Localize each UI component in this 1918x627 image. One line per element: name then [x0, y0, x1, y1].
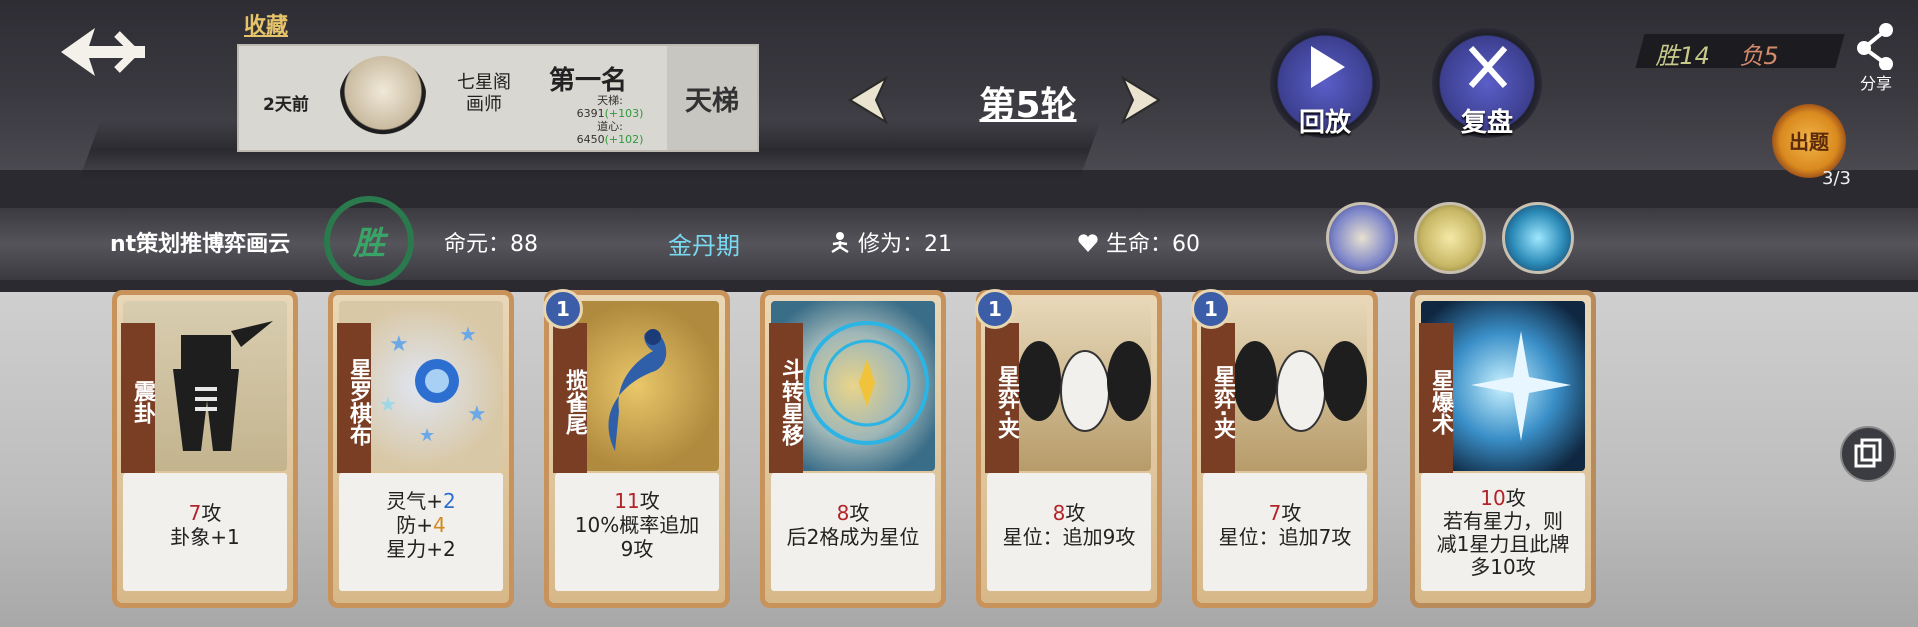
puzzle-button[interactable]: 出题	[1772, 104, 1846, 178]
hp-stat: 生命：60	[1076, 226, 1200, 258]
back-arrow-icon	[61, 28, 145, 76]
fate-symbol-icon[interactable]	[1414, 202, 1486, 274]
mode-label: 天梯	[667, 46, 757, 150]
favorite-button[interactable]: 收藏	[244, 8, 288, 40]
card-description: 灵气+2 防+4 星力+2	[339, 473, 503, 591]
card-name: 揽雀尾	[553, 323, 587, 473]
realm-stat: 金丹期	[668, 232, 740, 260]
card-description: 10攻 若有星力，则 减1星力且此牌 多10攻	[1421, 473, 1585, 591]
next-round-button[interactable]	[1117, 74, 1167, 126]
card-3[interactable]: 揽雀尾 1 11攻 10%概率追加 9攻	[543, 289, 730, 608]
svg-text:★: ★	[419, 425, 435, 446]
copy-button[interactable]	[1840, 426, 1896, 482]
chevron-right-icon	[1120, 75, 1161, 125]
review-button[interactable]: 复盘	[1432, 28, 1542, 138]
heart-icon	[1078, 234, 1098, 252]
lantern-icon: 出题	[1789, 130, 1829, 154]
svg-text:★: ★	[389, 332, 409, 357]
card-name: 星爆术	[1419, 323, 1453, 473]
card-description: 7攻 星位：追加7攻	[1203, 473, 1367, 591]
card-6[interactable]: 星弈·夹 1 7攻 星位：追加7攻	[1191, 289, 1378, 608]
card-7[interactable]: 星爆术 10攻 若有星力，则 减1星力且此牌 多10攻	[1410, 290, 1596, 608]
card-description: 8攻 星位：追加9攻	[987, 473, 1151, 591]
back-button[interactable]	[55, 22, 150, 82]
battle-record-card: 2天前 七星阁 画师 第一名 天梯: 6391(+103) 道心: 6450(+…	[237, 44, 759, 152]
card-name: 星弈·夹	[985, 323, 1019, 473]
svg-text:★: ★	[467, 402, 487, 427]
copy-icon	[1854, 438, 1882, 468]
rating-stats: 天梯: 6391(+103) 道心: 6450(+102)	[576, 94, 644, 146]
life-stat: 命元：88	[444, 232, 539, 257]
card-cost: 1	[543, 289, 583, 329]
card-2[interactable]: ★ ★ ★ ★ ★ 星罗棋布 灵气+2 防+4 星力+2	[328, 290, 514, 608]
svg-text:★: ★	[459, 322, 477, 346]
play-icon	[1311, 46, 1345, 88]
share-icon	[1857, 23, 1893, 71]
share-button[interactable]: 分享	[1846, 22, 1906, 93]
card-1[interactable]: 震卦 7攻 卦象+1	[112, 290, 298, 608]
placement: 第一名	[549, 66, 628, 96]
card-description: 8攻 后2格成为星位	[771, 473, 935, 591]
card-4[interactable]: 斗转星移 8攻 后2格成为星位	[760, 290, 946, 608]
replay-button[interactable]: 回放	[1270, 28, 1380, 138]
card-name: 星罗棋布	[337, 323, 371, 473]
round-label: 第5轮	[979, 85, 1077, 126]
card-cost: 1	[1191, 289, 1231, 329]
chevron-left-icon	[848, 75, 889, 125]
opponent-avatar	[339, 56, 427, 144]
puzzle-count: 3/3	[1822, 168, 1851, 189]
cultivation-stat: 修为：21	[828, 226, 952, 258]
win-seal: 胜	[324, 196, 414, 286]
card-description: 7攻 卦象+1	[123, 473, 287, 591]
rank-title: 七星阁 画师	[457, 72, 511, 115]
win-loss-record: 胜14 负5	[1635, 34, 1845, 70]
card-name: 斗转星移	[769, 323, 803, 473]
player-name: nt策划推博弈画云	[110, 232, 291, 257]
meditation-icon	[831, 232, 849, 254]
card-cost: 1	[975, 289, 1015, 329]
card-5[interactable]: 星弈·夹 1 8攻 星位：追加9攻	[975, 289, 1162, 608]
prev-round-button[interactable]	[842, 74, 892, 126]
talent-symbol-icon[interactable]	[1502, 202, 1574, 274]
record-time: 2天前	[263, 95, 309, 115]
svg-text:★: ★	[379, 392, 397, 416]
character-portrait-icon[interactable]	[1326, 202, 1398, 274]
card-name: 震卦	[121, 323, 155, 473]
card-description: 11攻 10%概率追加 9攻	[555, 473, 719, 591]
card-name: 星弈·夹	[1201, 323, 1235, 473]
crossed-swords-icon	[1468, 45, 1508, 89]
